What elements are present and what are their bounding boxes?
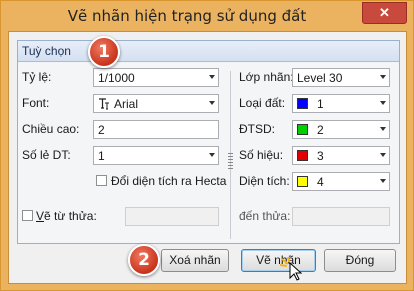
area-label: Diện tích:: [239, 174, 290, 188]
step-1-badge: 1: [88, 36, 120, 68]
chevron-down-icon: [380, 127, 386, 131]
scale-label: Tỷ lệ:: [22, 70, 52, 84]
chevron-down-icon: [380, 101, 386, 105]
chevron-down-icon: [380, 179, 386, 183]
chevron-down-icon: [209, 101, 215, 105]
chevron-down-icon: [380, 75, 386, 79]
to-parcel-label: đến thửa:: [239, 209, 291, 223]
hecta-label[interactable]: Đổi diện tích ra Hecta: [111, 174, 226, 188]
color-swatch: [297, 98, 308, 109]
scale-select[interactable]: 1/1000: [93, 68, 219, 87]
hecta-checkbox[interactable]: [96, 175, 107, 186]
number-value: 3: [317, 149, 324, 163]
chevron-down-icon: [380, 153, 386, 157]
land-type-color-select[interactable]: 1: [292, 94, 390, 113]
splitter-grip[interactable]: [228, 153, 233, 169]
land-use-color-select[interactable]: 2: [292, 120, 390, 139]
window-close-button[interactable]: ✕: [362, 2, 407, 24]
font-value: Arial: [114, 97, 139, 111]
number-color-select[interactable]: 3: [292, 146, 390, 165]
clear-labels-button[interactable]: Xoá nhãn: [161, 249, 229, 272]
color-swatch: [297, 176, 308, 187]
options-group-title: Tuỳ chọn: [22, 44, 71, 58]
from-parcel-checkbox[interactable]: [22, 210, 33, 221]
layer-select[interactable]: Level 30: [292, 68, 390, 87]
color-swatch: [297, 124, 308, 135]
decimals-select[interactable]: 1: [93, 146, 219, 165]
layer-label: Lớp nhãn:: [239, 70, 294, 84]
height-value: 2: [98, 123, 105, 137]
land-use-label: ĐTSD:: [239, 122, 275, 136]
font-type-icon: [99, 98, 109, 110]
chevron-down-icon: [209, 153, 215, 157]
window-title: Vẽ nhãn hiện trạng sử dụng đất: [67, 7, 307, 25]
scale-value: 1/1000: [98, 71, 135, 85]
pointer-cursor-icon: [279, 257, 303, 281]
from-parcel-input[interactable]: [125, 207, 219, 226]
height-input[interactable]: 2: [93, 120, 219, 139]
decimals-label: Số lẻ DT:: [22, 148, 71, 162]
chevron-down-icon: [209, 75, 215, 79]
number-label: Số hiệu:: [239, 148, 284, 162]
font-select[interactable]: Arial: [93, 94, 219, 113]
height-label: Chiều cao:: [22, 122, 80, 136]
dialog-client-area: Tuỳ chọn Tỷ lệ: 1/1000 Font: Arial Chiều…: [8, 31, 407, 284]
land-type-value: 1: [317, 97, 324, 111]
step-2-badge: 2: [128, 244, 160, 276]
from-parcel-label[interactable]: Vẽ từ thửa:: [36, 209, 97, 223]
decimals-value: 1: [98, 149, 105, 163]
area-color-select[interactable]: 4: [292, 172, 390, 191]
area-value: 4: [317, 175, 324, 189]
color-swatch: [297, 150, 308, 161]
options-group-header[interactable]: Tuỳ chọn: [18, 41, 399, 62]
close-button[interactable]: Đóng: [324, 249, 396, 272]
dialog-window: Vẽ nhãn hiện trạng sử dụng đất ✕ Tuỳ chọ…: [0, 0, 414, 291]
options-group: Tuỳ chọn Tỷ lệ: 1/1000 Font: Arial Chiều…: [17, 40, 400, 244]
to-parcel-input[interactable]: [292, 207, 390, 226]
land-use-value: 2: [317, 123, 324, 137]
font-label: Font:: [22, 96, 50, 110]
land-type-label: Loại đất:: [239, 96, 286, 110]
layer-value: Level 30: [297, 71, 343, 85]
title-bar[interactable]: Vẽ nhãn hiện trạng sử dụng đất ✕: [1, 1, 413, 31]
